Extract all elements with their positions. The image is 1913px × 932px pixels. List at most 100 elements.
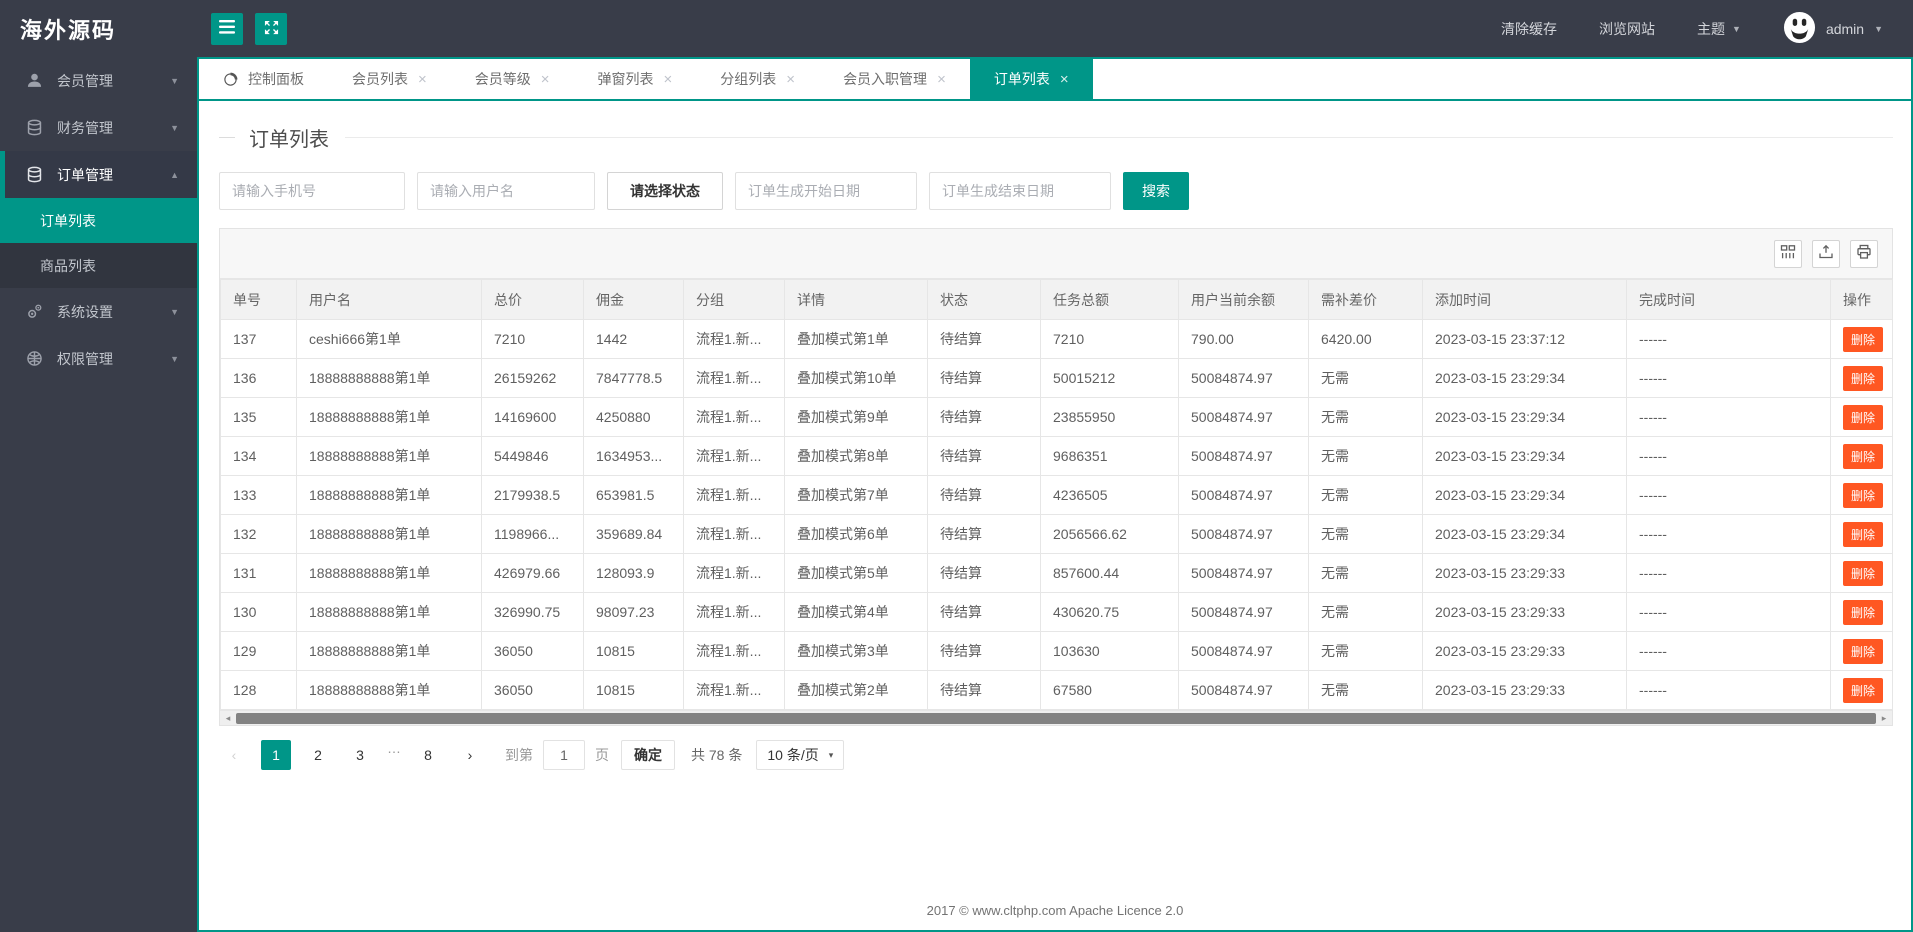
- close-icon[interactable]: ×: [418, 72, 427, 87]
- cell-action: 删除: [1830, 319, 1893, 359]
- delete-button[interactable]: 删除: [1843, 638, 1884, 664]
- cell-task-total: 7210: [1040, 319, 1179, 359]
- start-date-input[interactable]: [735, 172, 917, 210]
- table-row: 129 18888888888第1单 36050 10815 流程1.新... 叠加模式第…: [220, 631, 1893, 671]
- horizontal-scrollbar[interactable]: ◂ ▸: [220, 710, 1892, 725]
- status-select-button[interactable]: 请选择状态: [607, 172, 723, 210]
- scroll-right-icon[interactable]: ▸: [1876, 713, 1892, 724]
- fullscreen-button[interactable]: [255, 12, 287, 45]
- sidebar-subitem-order-list[interactable]: 订单列表: [0, 198, 197, 243]
- end-date-input[interactable]: [929, 172, 1111, 210]
- sidebar-item-members[interactable]: 会员管理 ▼: [0, 57, 197, 104]
- cell-status: 待结算: [927, 436, 1041, 476]
- close-icon[interactable]: ×: [786, 72, 795, 87]
- sidebar-subitem-goods-list[interactable]: 商品列表: [0, 243, 197, 288]
- close-icon[interactable]: ×: [937, 72, 946, 87]
- username-input[interactable]: [417, 172, 595, 210]
- cell-commission: 1634953...: [583, 436, 684, 476]
- collapse-sidebar-button[interactable]: [211, 12, 243, 45]
- cell-created-at: 2023-03-15 23:29:33: [1422, 670, 1627, 710]
- tab-popup-list[interactable]: 弹窗列表 ×: [574, 59, 697, 99]
- goto-page-input[interactable]: [543, 740, 585, 770]
- cell-finished-at: ------: [1626, 592, 1831, 632]
- tab-member-list[interactable]: 会员列表 ×: [328, 59, 451, 99]
- cell-action: 删除: [1830, 358, 1893, 398]
- cell-total-price: 14169600: [481, 397, 584, 437]
- cell-username: 18888888888第1单: [296, 436, 482, 476]
- hamburger-icon: [219, 20, 235, 37]
- tab-member-entry[interactable]: 会员入职管理 ×: [819, 59, 970, 99]
- tab-bar: 控制面板 会员列表 × 会员等级 × 弹窗列表 × 分组列表 × 会员入职管理 × 订单列表 ×: [199, 59, 1911, 101]
- tab-dashboard[interactable]: 控制面板: [199, 59, 328, 99]
- page-button-3[interactable]: 3: [345, 740, 375, 770]
- delete-button[interactable]: 删除: [1843, 599, 1884, 625]
- tab-order-list[interactable]: 订单列表 ×: [969, 59, 1093, 99]
- settings-icon: [26, 303, 44, 321]
- cell-created-at: 2023-03-15 23:29:34: [1422, 358, 1627, 398]
- cell-order-id: 131: [220, 553, 297, 593]
- cell-created-at: 2023-03-15 23:29:34: [1422, 397, 1627, 437]
- cell-username: 18888888888第1单: [296, 553, 482, 593]
- theme-dropdown[interactable]: 主题 ▼: [1697, 19, 1741, 39]
- columns-filter-button[interactable]: [1774, 239, 1802, 268]
- phone-input[interactable]: [219, 172, 405, 210]
- close-icon[interactable]: ×: [1060, 72, 1069, 87]
- cell-task-total: 857600.44: [1040, 553, 1179, 593]
- delete-button[interactable]: 删除: [1843, 365, 1884, 391]
- sidebar-item-settings[interactable]: 系统设置 ▼: [0, 288, 197, 335]
- sidebar-item-finance[interactable]: 财务管理 ▼: [0, 104, 197, 151]
- tab-member-level[interactable]: 会员等级 ×: [451, 59, 574, 99]
- delete-button[interactable]: 删除: [1843, 560, 1884, 586]
- sidebar: 会员管理 ▼ 财务管理 ▼ 订单管理 ▲ 订单列表商品列表 系统设置 ▼ 权限管理 ▼: [0, 57, 197, 932]
- prev-page-button[interactable]: ‹: [219, 740, 249, 770]
- clear-cache-link[interactable]: 清除缓存: [1501, 19, 1557, 39]
- tab-group-list[interactable]: 分组列表 ×: [696, 59, 819, 99]
- page-size-select[interactable]: 10 条/页 ▾: [756, 740, 845, 770]
- pagination: ‹ 123 … 8 › 到第 页 确定 共 78 条 10 条/页 ▾: [219, 740, 1893, 770]
- delete-button[interactable]: 删除: [1843, 404, 1884, 430]
- page-button-2[interactable]: 2: [303, 740, 333, 770]
- export-button[interactable]: [1812, 239, 1840, 268]
- col-order-id: 单号: [220, 279, 297, 320]
- total-count-label: 共 78 条: [691, 747, 743, 763]
- app-logo: 海外源码: [20, 17, 117, 43]
- cell-status: 待结算: [927, 514, 1041, 554]
- next-page-button[interactable]: ›: [455, 740, 485, 770]
- chevron-down-icon: ▼: [170, 306, 179, 317]
- cell-action: 删除: [1830, 553, 1893, 593]
- tab-label: 控制面板: [248, 71, 304, 87]
- delete-button[interactable]: 删除: [1843, 326, 1884, 352]
- page-button-8[interactable]: 8: [413, 740, 443, 770]
- col-group: 分组: [683, 279, 785, 320]
- close-icon[interactable]: ×: [664, 72, 673, 87]
- sidebar-item-orders[interactable]: 订单管理 ▲: [0, 151, 197, 198]
- col-diff-price: 需补差价: [1308, 279, 1423, 320]
- user-menu[interactable]: admin ▼: [1783, 11, 1883, 47]
- delete-button[interactable]: 删除: [1843, 443, 1884, 469]
- browse-site-link[interactable]: 浏览网站: [1599, 19, 1655, 39]
- sidebar-item-permissions[interactable]: 权限管理 ▼: [0, 335, 197, 382]
- delete-button[interactable]: 删除: [1843, 521, 1884, 547]
- cell-user-balance: 50084874.97: [1178, 436, 1309, 476]
- delete-button[interactable]: 删除: [1843, 482, 1884, 508]
- cell-diff-price: 无需: [1308, 592, 1423, 632]
- cell-username: 18888888888第1单: [296, 358, 482, 398]
- page-button-1[interactable]: 1: [261, 740, 291, 770]
- goto-confirm-button[interactable]: 确定: [621, 740, 675, 770]
- print-button[interactable]: [1850, 239, 1878, 268]
- col-user-balance: 用户当前余额: [1178, 279, 1309, 320]
- col-total-price: 总价: [481, 279, 584, 320]
- chevron-down-icon: ▼: [1732, 23, 1741, 34]
- cell-group: 流程1.新...: [683, 553, 785, 593]
- cell-total-price: 2179938.5: [481, 475, 584, 515]
- cell-order-id: 133: [220, 475, 297, 515]
- sidebar-subitem-label: 订单列表: [40, 212, 96, 229]
- scrollbar-thumb[interactable]: [236, 712, 1876, 724]
- cell-detail: 叠加模式第2单: [784, 670, 928, 710]
- cell-created-at: 2023-03-15 23:29:34: [1422, 436, 1627, 476]
- delete-button[interactable]: 删除: [1843, 677, 1884, 703]
- close-icon[interactable]: ×: [541, 72, 550, 87]
- fullscreen-icon: [264, 20, 279, 38]
- scroll-left-icon[interactable]: ◂: [220, 713, 236, 724]
- search-button[interactable]: 搜索: [1123, 172, 1189, 210]
